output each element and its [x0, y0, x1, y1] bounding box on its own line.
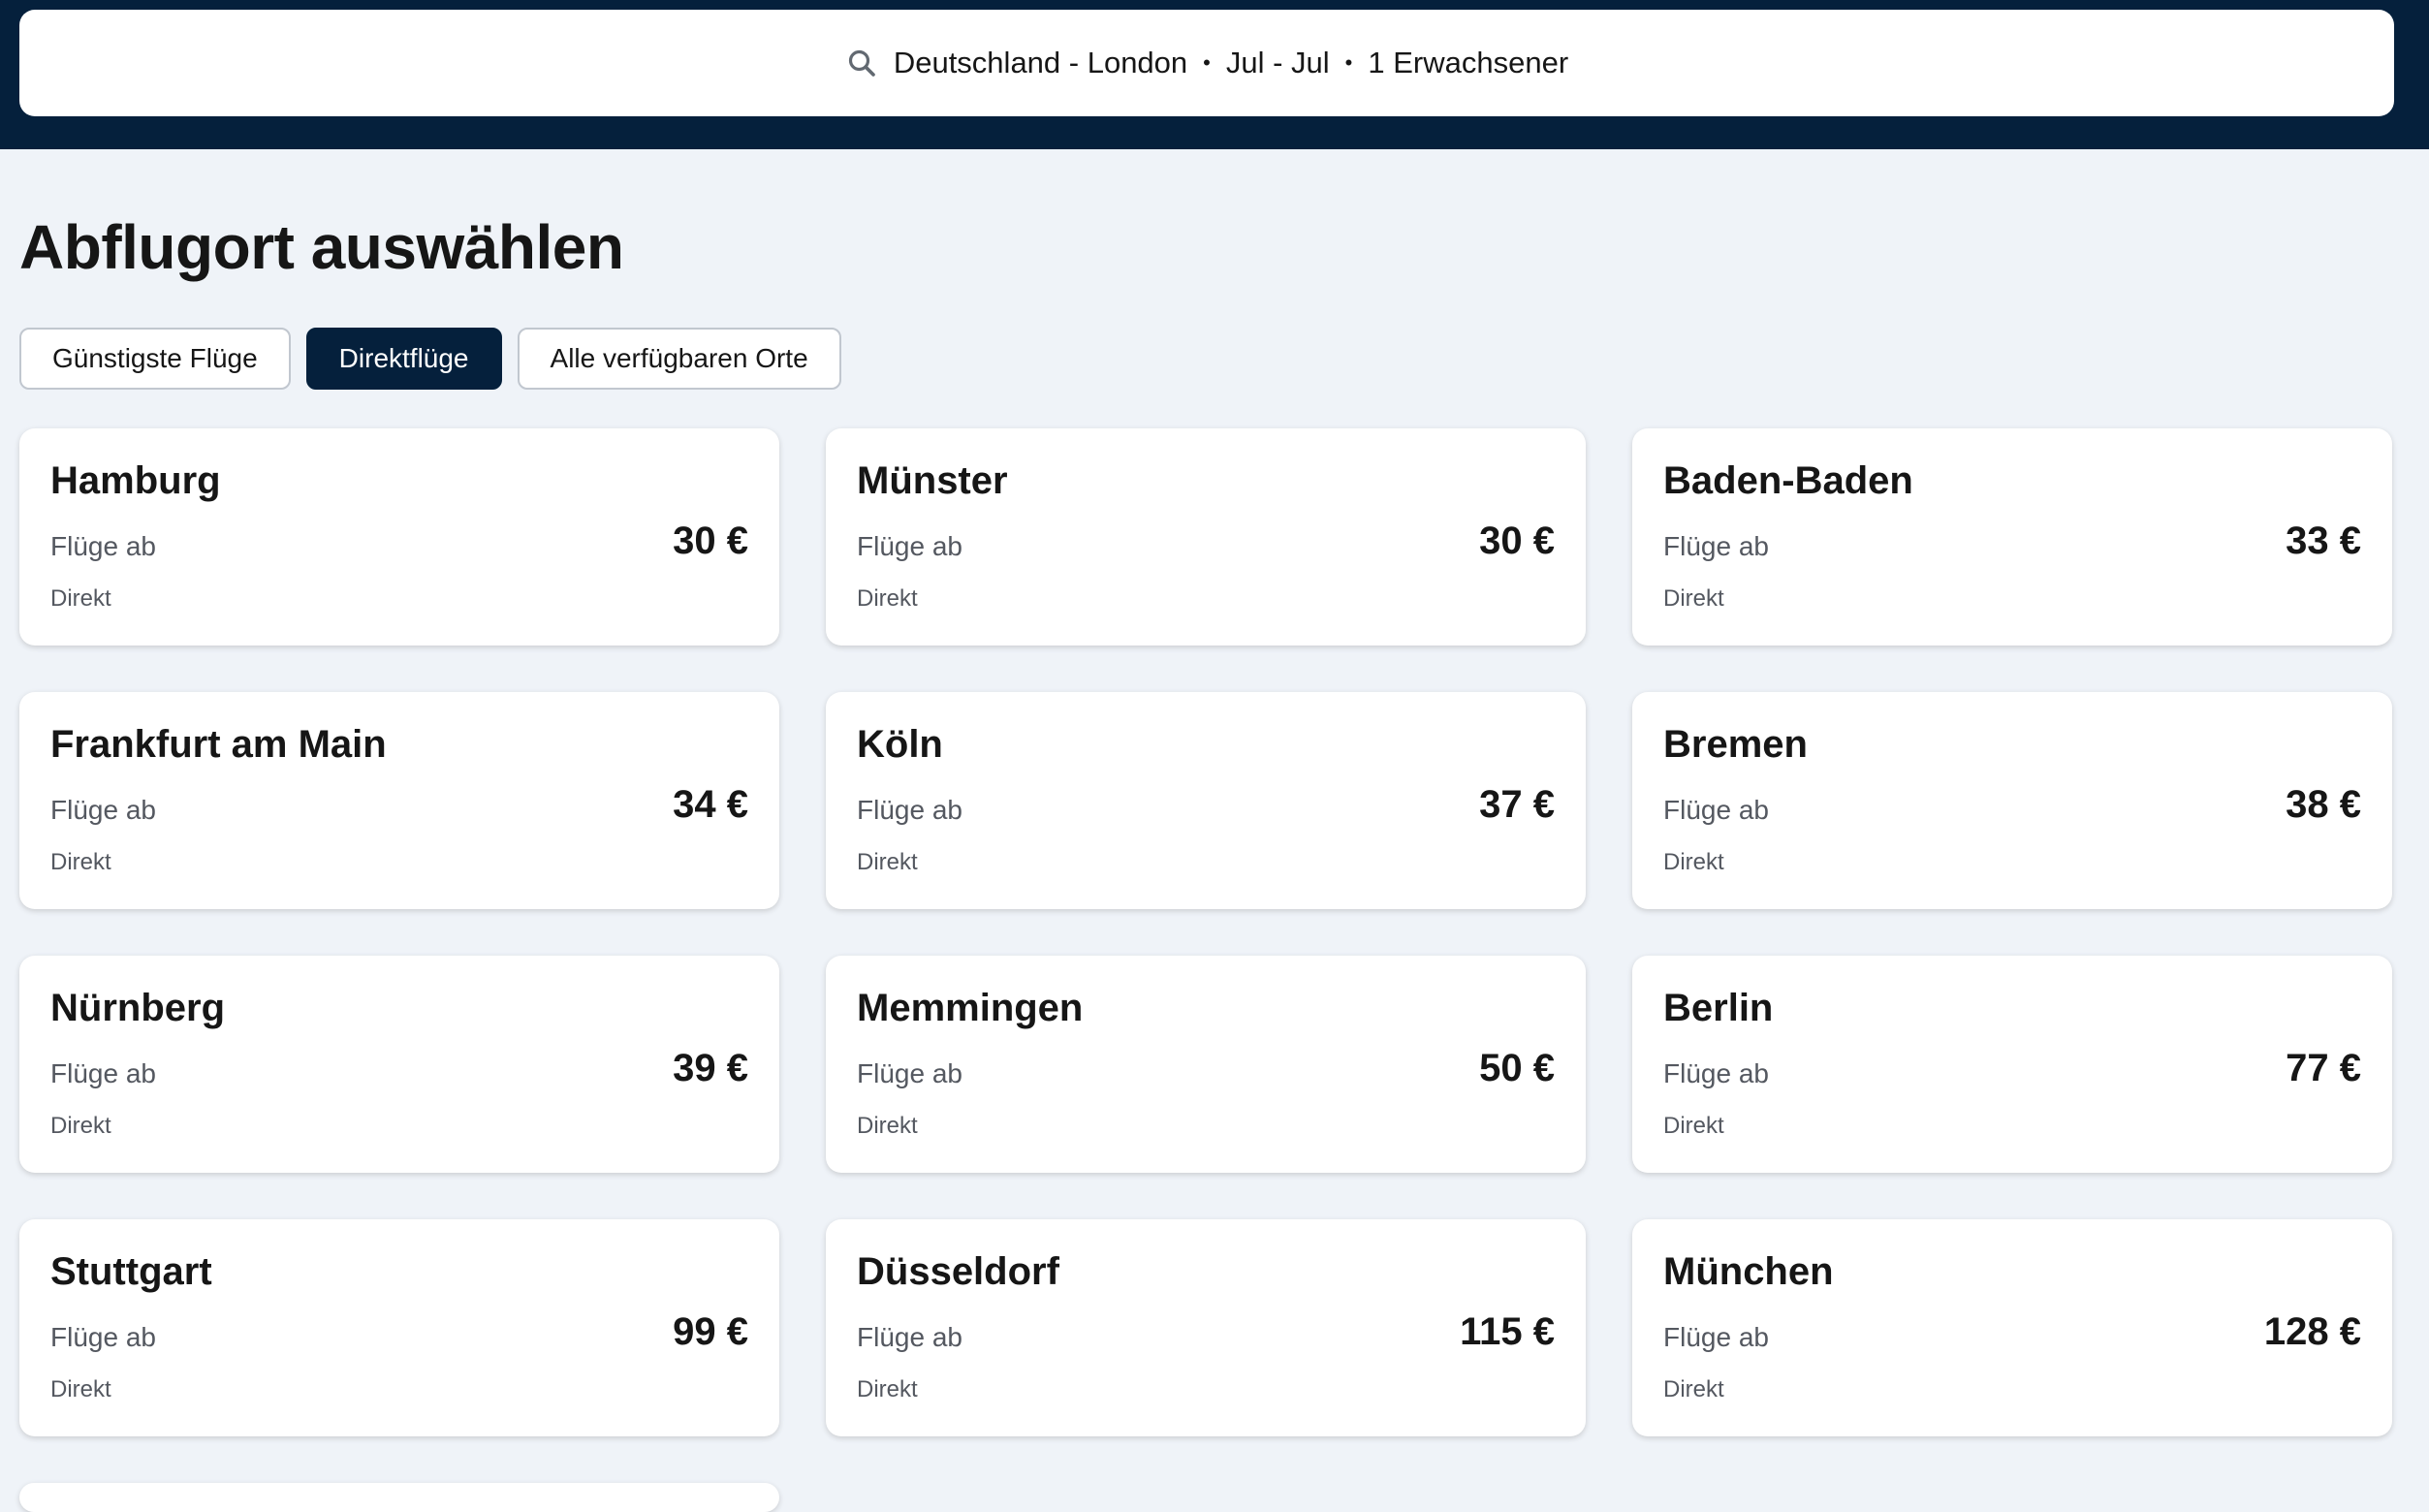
card-city: Nürnberg [50, 987, 225, 1029]
card-price: 115 € [1460, 1310, 1555, 1353]
origin-card-grid: Hamburg Flüge ab Direkt 30 € Münster Flü… [19, 428, 2394, 1436]
card-subtitle: Flüge ab [50, 795, 156, 825]
card-city: Berlin [1663, 987, 1774, 1029]
card-stops: Direkt [50, 1113, 111, 1139]
origin-card[interactable]: Bremen Flüge ab Direkt 38 € [1632, 692, 2392, 909]
search-route: Deutschland - London [893, 46, 1188, 79]
card-city: Frankfurt am Main [50, 723, 387, 766]
search-icon [845, 47, 878, 79]
card-price: 37 € [1479, 783, 1555, 826]
origin-card[interactable]: Memmingen Flüge ab Direkt 50 € [826, 956, 1586, 1173]
card-stops: Direkt [50, 849, 111, 875]
origin-card[interactable]: Münster Flüge ab Direkt 30 € [826, 428, 1586, 646]
card-city: Bremen [1663, 723, 1808, 766]
card-price: 30 € [673, 520, 748, 562]
page-title: Abflugort auswählen [19, 212, 624, 282]
card-subtitle: Flüge ab [50, 531, 156, 561]
card-city: München [1663, 1250, 1834, 1293]
origin-card[interactable]: Düsseldorf Flüge ab Direkt 115 € [826, 1219, 1586, 1436]
card-price: 39 € [673, 1047, 748, 1089]
card-price: 99 € [673, 1310, 748, 1353]
separator-dot: • [1203, 50, 1211, 75]
card-stops: Direkt [50, 1376, 111, 1402]
search-dates: Jul - Jul [1225, 46, 1330, 79]
origin-card[interactable]: Nürnberg Flüge ab Direkt 39 € [19, 956, 779, 1173]
filter-direct-button[interactable]: Direktflüge [305, 328, 502, 390]
card-stops: Direkt [50, 585, 111, 612]
card-price: 38 € [2286, 783, 2361, 826]
origin-card-partial[interactable] [19, 1483, 779, 1512]
card-city: Memmingen [857, 987, 1084, 1029]
card-city: Köln [857, 723, 943, 766]
card-stops: Direkt [1663, 1113, 1724, 1139]
card-stops: Direkt [857, 1113, 918, 1139]
card-city: Baden-Baden [1663, 459, 1913, 502]
card-subtitle: Flüge ab [50, 1058, 156, 1088]
card-subtitle: Flüge ab [857, 1322, 962, 1352]
card-price: 33 € [2286, 520, 2361, 562]
top-header-bar: Deutschland - London • Jul - Jul • 1 Erw… [0, 0, 2429, 149]
card-price: 34 € [673, 783, 748, 826]
origin-card[interactable]: Stuttgart Flüge ab Direkt 99 € [19, 1219, 779, 1436]
origin-card[interactable]: München Flüge ab Direkt 128 € [1632, 1219, 2392, 1436]
card-stops: Direkt [1663, 1376, 1724, 1402]
card-subtitle: Flüge ab [857, 1058, 962, 1088]
card-city: Düsseldorf [857, 1250, 1059, 1293]
card-city: Hamburg [50, 459, 221, 502]
card-price: 50 € [1479, 1047, 1555, 1089]
card-stops: Direkt [1663, 585, 1724, 612]
filter-all-places-button[interactable]: Alle verfügbaren Orte [517, 328, 841, 390]
card-price: 128 € [2263, 1310, 2361, 1353]
card-stops: Direkt [1663, 849, 1724, 875]
filter-cheapest-button[interactable]: Günstigste Flüge [19, 328, 291, 390]
separator-dot: • [1344, 50, 1353, 75]
card-stops: Direkt [857, 1376, 918, 1402]
origin-card[interactable]: Berlin Flüge ab Direkt 77 € [1632, 956, 2392, 1173]
card-subtitle: Flüge ab [50, 1322, 156, 1352]
origin-card[interactable]: Hamburg Flüge ab Direkt 30 € [19, 428, 779, 646]
origin-card[interactable]: Baden-Baden Flüge ab Direkt 33 € [1632, 428, 2392, 646]
search-summary-button[interactable]: Deutschland - London • Jul - Jul • 1 Erw… [19, 10, 2394, 116]
card-stops: Direkt [857, 585, 918, 612]
card-subtitle: Flüge ab [1663, 795, 1769, 825]
filter-chips: Günstigste Flüge Direktflüge Alle verfüg… [19, 328, 841, 390]
card-subtitle: Flüge ab [1663, 1322, 1769, 1352]
card-price: 77 € [2286, 1047, 2361, 1089]
card-subtitle: Flüge ab [1663, 531, 1769, 561]
card-city: Stuttgart [50, 1250, 212, 1293]
card-subtitle: Flüge ab [857, 795, 962, 825]
card-subtitle: Flüge ab [1663, 1058, 1769, 1088]
origin-card[interactable]: Frankfurt am Main Flüge ab Direkt 34 € [19, 692, 779, 909]
card-city: Münster [857, 459, 1008, 502]
card-price: 30 € [1479, 520, 1555, 562]
card-subtitle: Flüge ab [857, 531, 962, 561]
card-stops: Direkt [857, 849, 918, 875]
search-travellers: 1 Erwachsener [1368, 46, 1569, 79]
origin-card[interactable]: Köln Flüge ab Direkt 37 € [826, 692, 1586, 909]
